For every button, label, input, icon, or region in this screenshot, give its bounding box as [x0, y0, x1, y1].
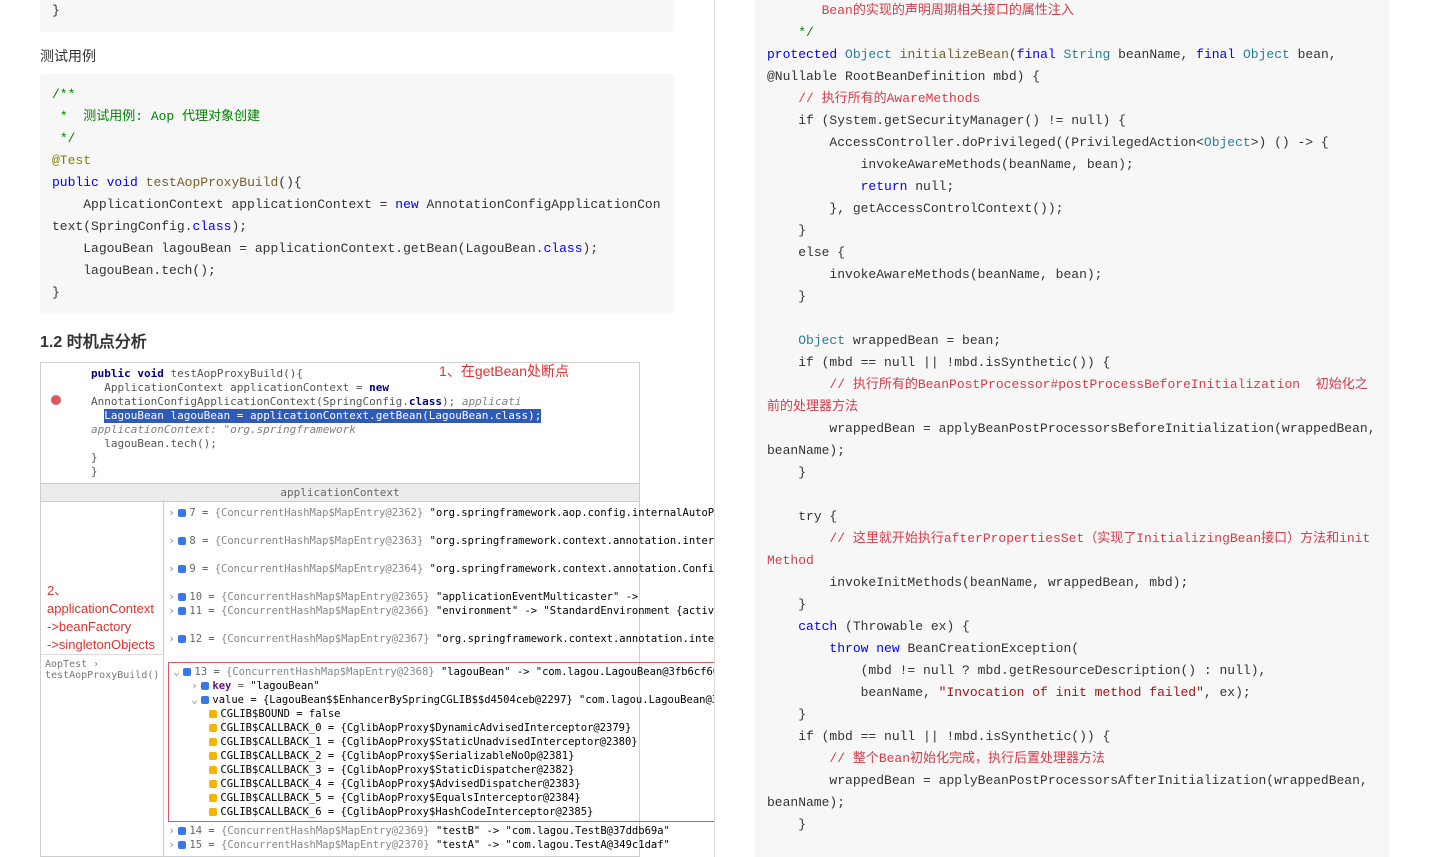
code-block-initialize-bean: Bean的实现的声明周期相关接口的属性注入 */ protected Objec…: [755, 0, 1389, 857]
code-block-test: /** * 测试用例: Aop 代理对象创建 */ @Test public v…: [40, 74, 674, 314]
debugger-var-title: applicationContext: [41, 484, 639, 502]
debugger-crumb: AopTest › testAopProxyBuild(): [41, 654, 163, 685]
code-block-tail: }: [40, 0, 674, 32]
red-annotation-1: 1、在getBean处断点: [439, 361, 569, 381]
debugger-left-pane: 2、applicationContext ->beanFactory ->sin…: [41, 502, 164, 856]
right-column: Bean的实现的声明周期相关接口的属性注入 */ protected Objec…: [715, 0, 1429, 857]
heading-1-2: 1.2 时机点分析: [40, 328, 674, 352]
debugger-tree: ›7 = {ConcurrentHashMap$MapEntry@2362} "…: [164, 502, 715, 856]
debugger-screenshot: 1、在getBean处断点 public void public void te…: [40, 362, 640, 857]
red-annotation-2b: ->beanFactory: [47, 619, 131, 634]
red-annotation-2c: ->singletonObjects: [47, 637, 155, 652]
test-usecase-heading: 测试用例: [40, 46, 674, 66]
breakpoint-dot: [51, 395, 61, 405]
left-column: } 测试用例 /** * 测试用例: Aop 代理对象创建 */ @Test p…: [0, 0, 715, 857]
red-annotation-2a: 2、applicationContext: [47, 583, 154, 616]
debugger-editor: public void public void testAopProxyBuil…: [41, 363, 639, 484]
